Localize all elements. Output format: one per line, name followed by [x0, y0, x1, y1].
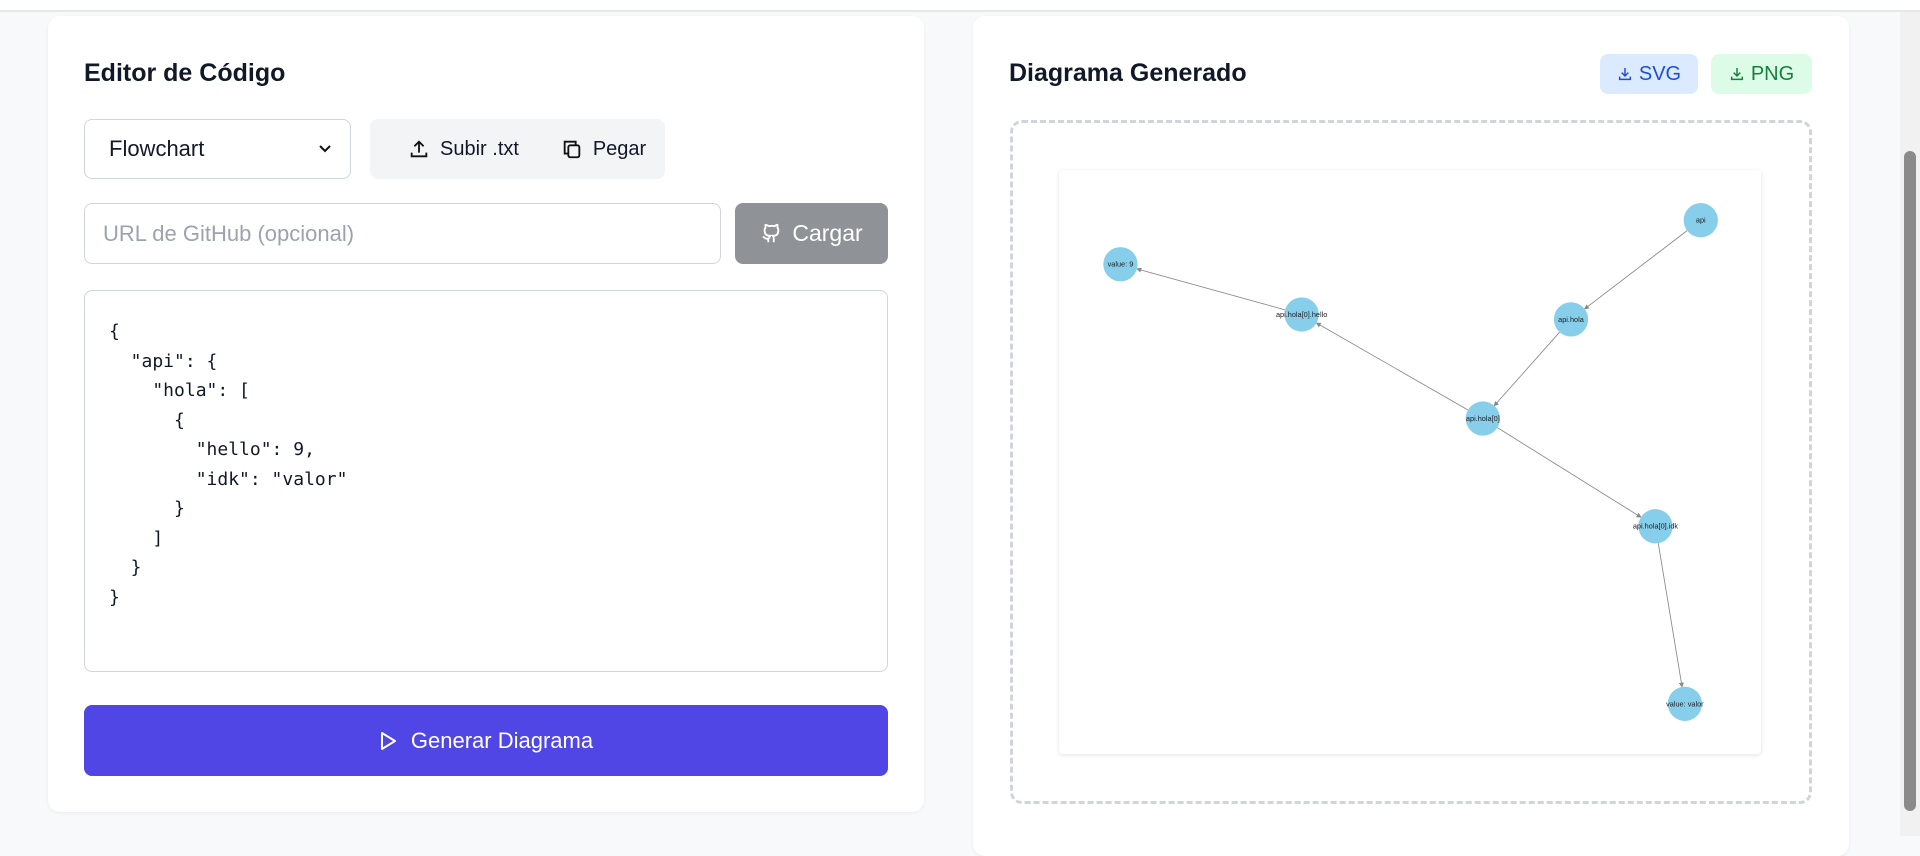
upload-txt-button[interactable]: Subir .txt	[370, 119, 557, 179]
load-github-button[interactable]: Cargar	[735, 203, 888, 264]
diagram-title: Diagrama Generado	[1009, 59, 1247, 87]
diagram-type-value: Flowchart	[109, 136, 205, 161]
paste-label: Pegar	[592, 137, 647, 160]
diagram-image: api api.hola api.hola[0] api.hola[0].hello v…	[1059, 170, 1761, 754]
generate-label: Generar Diagrama	[410, 727, 594, 753]
graph-node-label: value: 9	[1108, 260, 1134, 269]
scrollbar[interactable]	[1900, 12, 1920, 836]
upload-label: Subir .txt	[440, 137, 519, 160]
graph-node-label: api.hola[0]	[1466, 414, 1500, 423]
load-label: Cargar	[792, 220, 863, 246]
upload-icon	[410, 140, 428, 158]
chevron-down-icon	[319, 145, 331, 153]
github-icon	[762, 223, 780, 242]
graph-edge	[1583, 230, 1688, 310]
graph-node-label: api.hola	[1558, 315, 1585, 324]
svg-label: SVG	[1638, 62, 1682, 85]
graph-node-label: api.hola[0].idk	[1633, 522, 1679, 531]
paste-button[interactable]: Pegar	[542, 119, 665, 179]
graph-edge	[1136, 267, 1286, 311]
png-label: PNG	[1750, 62, 1795, 85]
download-icon	[1730, 68, 1743, 81]
graph-node-label: value: valor	[1666, 699, 1704, 708]
code-textarea[interactable]: { "api": { "hola": [ { "hello": 9, "idk"…	[84, 290, 888, 672]
diagram-panel: Diagrama Generado SVG PNG api api.hola api…	[973, 16, 1849, 856]
browser-top-bar	[0, 0, 1920, 12]
scrollbar-thumb[interactable]	[1904, 151, 1916, 811]
graph-svg: api api.hola api.hola[0] api.hola[0].hello v…	[1103, 203, 1718, 721]
generate-diagram-button[interactable]: Generar Diagrama	[84, 705, 888, 776]
graph-edge	[1657, 543, 1684, 688]
diagram-type-select[interactable]: Flowchart	[84, 119, 351, 179]
download-svg-button[interactable]: SVG	[1600, 54, 1698, 94]
graph-node-label: api.hola[0].hello	[1276, 310, 1327, 319]
download-icon	[1618, 68, 1631, 81]
download-png-button[interactable]: PNG	[1711, 54, 1812, 94]
editor-title: Editor de Código	[84, 59, 286, 87]
graph-edge	[1497, 427, 1642, 518]
play-icon	[380, 731, 396, 750]
github-url-input[interactable]: URL de GitHub (opcional)	[84, 203, 721, 264]
code-editor-panel: Editor de Código Flowchart Subir .txt Pe…	[48, 16, 924, 812]
graph-edge	[1493, 331, 1560, 407]
diagram-canvas: api api.hola api.hola[0] api.hola[0].hello v…	[1010, 120, 1812, 804]
copy-icon	[563, 140, 581, 159]
graph-edge	[1315, 322, 1469, 411]
graph-node-label: api	[1696, 216, 1706, 225]
